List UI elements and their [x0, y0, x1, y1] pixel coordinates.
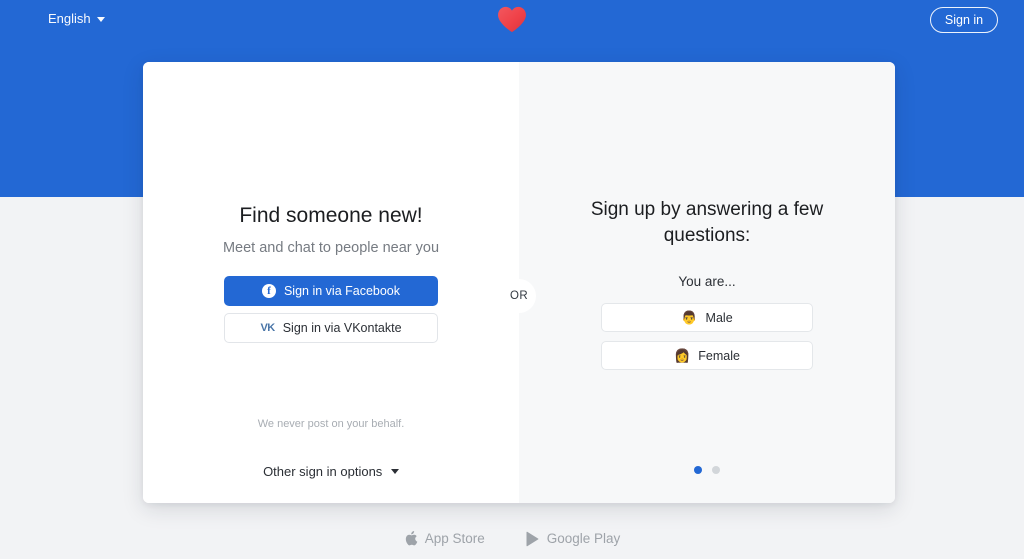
or-separator-badge: OR	[502, 279, 536, 313]
language-label: English	[48, 11, 91, 26]
signin-heading-group: Find someone new! Meet and chat to peopl…	[143, 202, 519, 258]
app-store-footer: App Store Google Play	[0, 530, 1024, 547]
signup-panel: Sign up by answering a few questions: Yo…	[519, 62, 895, 503]
top-bar: English Sign in	[0, 0, 1024, 40]
gender-options-group: 👨 Male 👩 Female	[601, 303, 813, 379]
signin-button[interactable]: Sign in	[930, 7, 998, 33]
other-signin-options-link[interactable]: Other sign in options	[143, 464, 519, 479]
signup-title: Sign up by answering a few questions:	[590, 199, 824, 246]
other-signin-options-label: Other sign in options	[263, 464, 383, 479]
gender-option-male-label: Male	[705, 310, 733, 325]
facebook-icon: f	[261, 284, 276, 298]
social-login-group: f Sign in via Facebook VK Sign in via VK…	[224, 276, 438, 343]
page-title: Find someone new!	[239, 204, 423, 227]
pagination-dot-2[interactable]	[712, 466, 720, 474]
signin-vkontakte-button[interactable]: VK Sign in via VKontakte	[224, 313, 438, 343]
page-subtitle: Meet and chat to people near you	[222, 240, 440, 256]
signin-facebook-button[interactable]: f Sign in via Facebook	[224, 276, 438, 306]
gender-option-female[interactable]: 👩 Female	[601, 341, 813, 370]
signin-vkontakte-label: Sign in via VKontakte	[282, 321, 402, 335]
google-play-icon	[525, 531, 540, 547]
signup-question-label: You are...	[678, 274, 736, 289]
chevron-down-icon	[96, 17, 105, 22]
female-emoji-icon: 👩	[674, 348, 691, 363]
app-store-label: App Store	[424, 531, 485, 546]
vkontakte-icon: VK	[260, 322, 275, 334]
google-play-label: Google Play	[546, 531, 621, 546]
pagination-dot-1[interactable]	[694, 466, 702, 474]
heart-logo-icon[interactable]	[495, 4, 529, 34]
gender-option-female-label: Female	[698, 348, 740, 363]
privacy-disclaimer: We never post on your behalf.	[257, 418, 405, 430]
signup-step-pagination	[519, 466, 895, 474]
male-emoji-icon: 👨	[681, 310, 698, 325]
signin-panel: Find someone new! Meet and chat to peopl…	[143, 62, 519, 503]
signin-facebook-label: Sign in via Facebook	[283, 284, 401, 298]
app-store-link[interactable]: App Store	[404, 530, 485, 547]
google-play-link[interactable]: Google Play	[525, 531, 621, 547]
language-selector[interactable]: English	[48, 11, 105, 26]
gender-option-male[interactable]: 👨 Male	[601, 303, 813, 332]
auth-card: Find someone new! Meet and chat to peopl…	[143, 62, 895, 503]
chevron-down-icon	[390, 469, 399, 474]
apple-icon	[404, 530, 418, 547]
